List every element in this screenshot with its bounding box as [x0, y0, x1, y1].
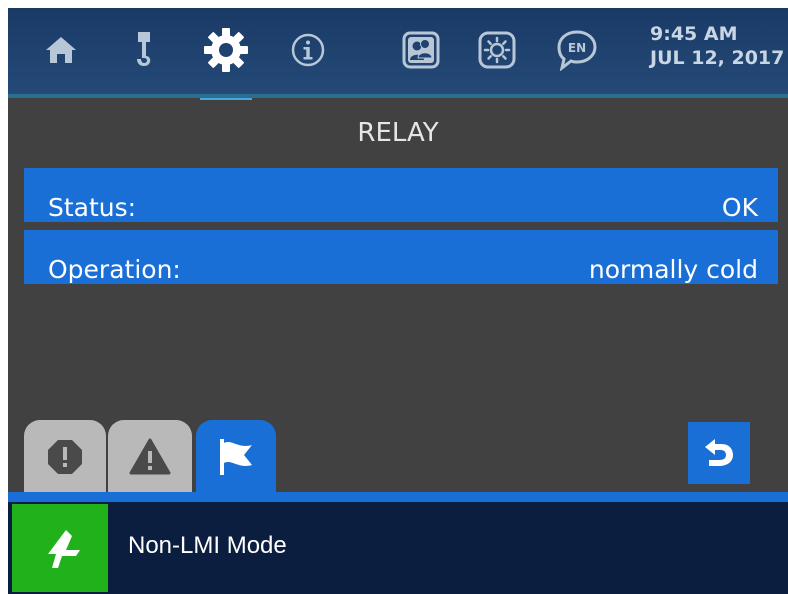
operation-label: Operation:: [48, 255, 181, 284]
language-code: EN: [568, 41, 586, 55]
page-title: RELAY: [357, 118, 439, 148]
mode-arrow-icon: [48, 530, 80, 568]
bottom-status-bar: Non-LMI Mode: [8, 502, 788, 594]
status-row: Status: OK: [24, 168, 778, 222]
top-nav-bar: EN 9:45 AM JUL 12, 2017: [8, 8, 788, 100]
back-arrow-icon: [705, 439, 733, 466]
home-icon[interactable]: [38, 28, 84, 72]
tab-warnings[interactable]: [108, 420, 192, 494]
operation-row: Operation: normally cold: [24, 230, 778, 284]
screen: EN 9:45 AM JUL 12, 2017 RELAY Status: OK…: [8, 8, 788, 594]
mode-button[interactable]: [12, 504, 108, 592]
date-display: JUL 12, 2017: [650, 47, 785, 69]
status-value: OK: [721, 193, 758, 222]
brightness-icon[interactable]: [472, 28, 522, 72]
tab-flags[interactable]: [196, 420, 276, 494]
octagon-exclamation-icon: [48, 440, 82, 474]
info-icon[interactable]: [286, 28, 330, 72]
back-button[interactable]: [688, 422, 750, 484]
gear-icon[interactable]: [198, 28, 254, 72]
mode-label: Non-LMI Mode: [128, 532, 287, 559]
clock: 9:45 AM JUL 12, 2017: [650, 22, 784, 70]
flag-icon: [220, 439, 252, 475]
time-display: 9:45 AM: [650, 23, 738, 45]
tab-alarms[interactable]: [24, 420, 106, 494]
users-icon[interactable]: [396, 28, 446, 72]
operation-value: normally cold: [588, 255, 758, 284]
crane-hook-icon[interactable]: [126, 28, 162, 72]
topbar-divider: [8, 94, 788, 98]
tabs-baseline: [8, 492, 788, 502]
language-icon[interactable]: EN: [552, 28, 602, 72]
status-label: Status:: [48, 193, 137, 222]
warning-triangle-icon: [129, 438, 171, 475]
